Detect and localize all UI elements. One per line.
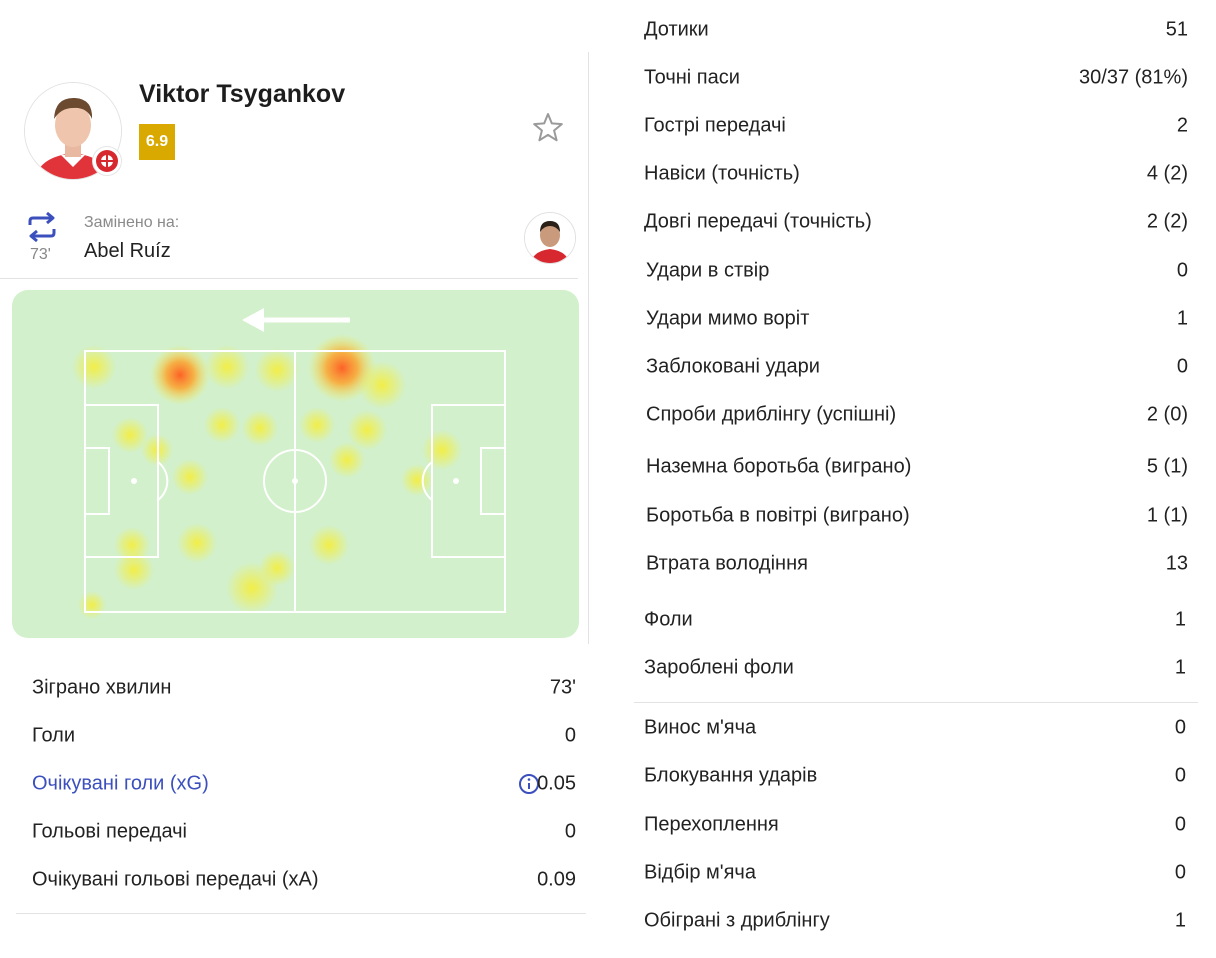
stat-value: 0 bbox=[1174, 764, 1186, 787]
stat-row-blocked-shots-def: Блокування ударів 0 bbox=[644, 756, 1186, 796]
stat-row-long-balls: Довгі передачі (точність) 2 (2) bbox=[644, 202, 1188, 242]
stat-row-dribble-attempts: Спроби дриблінгу (успішні) 2 (0) bbox=[646, 395, 1188, 435]
stat-value: 2 bbox=[1176, 114, 1188, 137]
stat-value: 1 (1) bbox=[1146, 504, 1188, 527]
heatmap-pitch bbox=[12, 290, 579, 638]
stat-label: Точні паси bbox=[644, 66, 740, 89]
stat-value: 0 bbox=[564, 820, 576, 843]
stat-label: Зароблені фоли bbox=[644, 656, 794, 679]
stat-value: 1 bbox=[1174, 608, 1186, 631]
stat-row-goals: Голи 0 bbox=[32, 716, 576, 756]
stat-value: 13 bbox=[1165, 552, 1188, 575]
divider bbox=[16, 913, 586, 914]
stat-label: Удари мимо воріт bbox=[646, 307, 810, 330]
stat-value: 1 bbox=[1176, 307, 1188, 330]
player-name: Viktor Tsygankov bbox=[139, 80, 346, 108]
stat-value: 0.09 bbox=[537, 868, 576, 891]
stat-label: Довгі передачі (точність) bbox=[644, 210, 872, 233]
stat-value: 0 bbox=[1174, 861, 1186, 884]
stat-label: Блокування ударів bbox=[644, 764, 818, 787]
stat-label: Відбір м'яча bbox=[644, 861, 756, 884]
stat-value: 0 bbox=[1174, 716, 1186, 739]
stat-label: Боротьба в повітрі (виграно) bbox=[646, 504, 910, 527]
stat-label: Удари в ствір bbox=[646, 259, 770, 282]
xg-link[interactable]: Очікувані голи (xG) bbox=[32, 773, 209, 796]
stat-label: Винос м'яча bbox=[644, 716, 757, 739]
stat-row-ground-duels: Наземна боротьба (виграно) 5 (1) bbox=[646, 447, 1188, 487]
stat-row-blocked-shots: Заблоковані удари 0 bbox=[646, 347, 1188, 387]
stat-row-clearances: Винос м'яча 0 bbox=[644, 708, 1186, 748]
stat-value: 4 (2) bbox=[1146, 162, 1188, 185]
stat-value: 2 (0) bbox=[1146, 403, 1188, 426]
club-badge-icon bbox=[92, 146, 122, 176]
stat-label: Фоли bbox=[644, 608, 693, 631]
stat-value: 1 bbox=[1174, 909, 1186, 932]
stat-row-key-passes: Гострі передачі 2 bbox=[644, 106, 1188, 146]
stat-row-touches: Дотики 51 bbox=[644, 10, 1188, 50]
stat-value: 5 (1) bbox=[1146, 455, 1188, 478]
stat-label: Дотики bbox=[644, 18, 709, 41]
substitution-label: Замінено на: bbox=[84, 214, 180, 231]
stat-row-possession-lost: Втрата володіння 13 bbox=[646, 544, 1188, 584]
swap-arrows-icon bbox=[25, 210, 59, 244]
star-outline-icon[interactable] bbox=[530, 110, 566, 146]
stat-row-assists: Гольові передачі 0 bbox=[32, 812, 576, 852]
stat-label: Голи bbox=[32, 724, 76, 747]
substitution-minute: 73' bbox=[30, 246, 51, 263]
stat-row-minutes: Зіграно хвилин 73' bbox=[32, 668, 576, 708]
stats-panel: Дотики 51 Точні паси 30/37 (81%) Гострі … bbox=[632, 0, 1216, 958]
panel-edge bbox=[588, 52, 589, 644]
stat-value: 2 (2) bbox=[1146, 210, 1188, 233]
substitute-player-name[interactable]: Abel Ruíz bbox=[84, 240, 171, 263]
stat-value: 0 bbox=[564, 724, 576, 747]
stat-label: Наземна боротьба (виграно) bbox=[646, 455, 912, 478]
stat-row-fouls: Фоли 1 bbox=[644, 600, 1186, 640]
stat-value: 0 bbox=[1176, 259, 1188, 282]
stat-label: Втрата володіння bbox=[646, 552, 808, 575]
stat-row-dribbled-past: Обіграні з дриблінгу 1 bbox=[644, 901, 1186, 941]
divider bbox=[0, 278, 578, 279]
stat-value: 0 bbox=[1176, 355, 1188, 378]
stat-row-was-fouled: Зароблені фоли 1 bbox=[644, 648, 1186, 688]
stat-label: Зіграно хвилин bbox=[32, 676, 172, 699]
stat-value: 1 bbox=[1174, 656, 1186, 679]
rating-badge: 6.9 bbox=[139, 124, 175, 160]
stat-label: Очікувані гольові передачі (xA) bbox=[32, 868, 319, 891]
stat-value: 0.05 bbox=[537, 772, 576, 795]
stat-label: Обіграні з дриблінгу bbox=[644, 909, 830, 932]
stat-row-crosses: Навіси (точність) 4 (2) bbox=[644, 154, 1188, 194]
stat-value: 0 bbox=[1174, 813, 1186, 836]
stat-row-shots-off-target: Удари мимо воріт 1 bbox=[646, 299, 1188, 339]
stat-label: Гольові передачі bbox=[32, 820, 187, 843]
substitute-avatar[interactable] bbox=[524, 212, 576, 264]
stat-label: Навіси (точність) bbox=[644, 162, 800, 185]
stat-label: Гострі передачі bbox=[644, 114, 786, 137]
stat-row-accurate-passes: Точні паси 30/37 (81%) bbox=[644, 58, 1188, 98]
stat-row-interceptions: Перехоплення 0 bbox=[644, 805, 1186, 845]
player-card: Viktor Tsygankov 6.9 73' Замінено на: Ab… bbox=[0, 0, 592, 958]
stat-value: 30/37 (81%) bbox=[1079, 66, 1188, 89]
stat-label: Заблоковані удари bbox=[646, 355, 820, 378]
stat-row-xa: Очікувані гольові передачі (xA) 0.09 bbox=[32, 860, 576, 900]
stat-row-tackles: Відбір м'яча 0 bbox=[644, 853, 1186, 893]
stat-label: Спроби дриблінгу (успішні) bbox=[646, 403, 897, 426]
stat-row-aerial-duels: Боротьба в повітрі (виграно) 1 (1) bbox=[646, 496, 1188, 536]
stat-row-xg: Очікувані голи (xG) 0.05 bbox=[32, 764, 576, 804]
stat-row-shots-on-target: Удари в ствір 0 bbox=[646, 251, 1188, 291]
stat-value: 51 bbox=[1165, 18, 1188, 41]
stat-value: 73' bbox=[549, 676, 576, 699]
divider bbox=[634, 702, 1198, 703]
stat-label: Перехоплення bbox=[644, 813, 779, 836]
